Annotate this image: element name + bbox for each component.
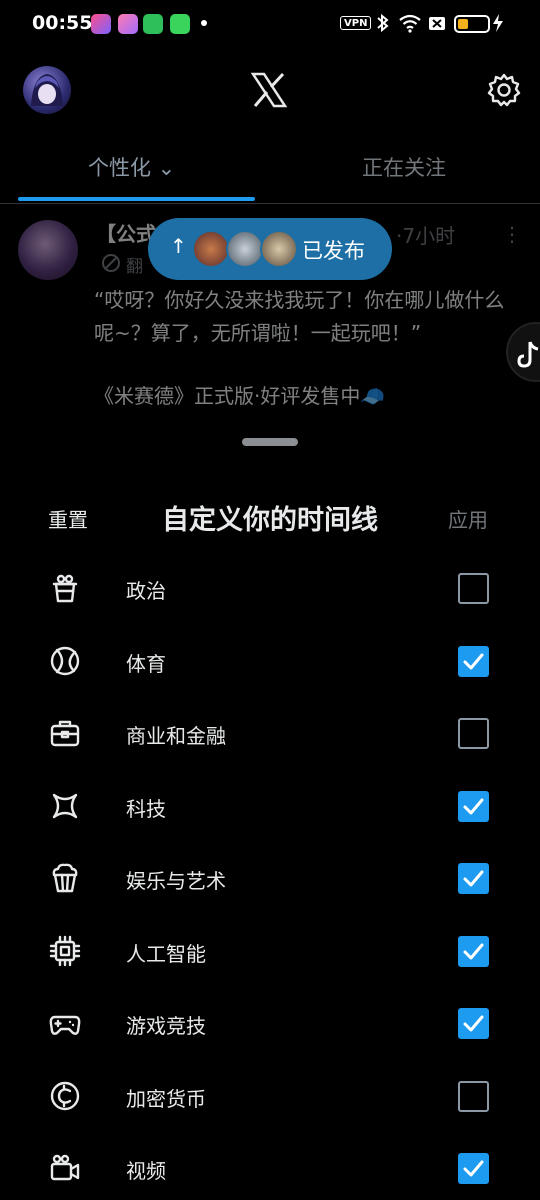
topic-row[interactable]: 游戏竞技	[0, 988, 540, 1060]
topic-row[interactable]: 加密货币	[0, 1061, 540, 1133]
wifi-icon	[399, 14, 421, 33]
topic-row[interactable]: 商业和金融	[0, 698, 540, 770]
popcorn-icon	[52, 863, 78, 893]
topic-row[interactable]: 政治	[0, 553, 540, 625]
topic-row[interactable]: 娱乐与艺术	[0, 843, 540, 915]
avatar	[192, 230, 230, 268]
checkbox-unchecked[interactable]	[458, 573, 489, 604]
scissors-app-icon	[91, 14, 111, 34]
crypto-coin-icon	[50, 1081, 80, 1110]
new-posts-pill[interactable]: ↑ 已发布	[148, 218, 392, 280]
checkmark-icon	[463, 943, 484, 959]
podium-icon	[52, 574, 78, 603]
more-options-icon[interactable]: ⋮	[502, 222, 522, 246]
checkbox-unchecked[interactable]	[458, 1080, 489, 1112]
profile-avatar[interactable]	[23, 66, 71, 114]
video-camera-icon	[50, 1154, 80, 1181]
sheet-drag-handle[interactable]	[242, 438, 298, 446]
battery-level	[458, 19, 468, 29]
bluetooth-icon	[377, 13, 389, 33]
checkbox-checked[interactable]	[458, 935, 489, 967]
tab-following[interactable]: 正在关注	[362, 152, 446, 182]
topic-label: 加密货币	[126, 1086, 206, 1111]
topic-label: 体育	[126, 651, 166, 676]
checkbox-checked[interactable]	[458, 790, 489, 822]
tech-x-icon	[52, 793, 78, 818]
checkbox-checked[interactable]	[458, 645, 489, 677]
topic-label: 政治	[126, 579, 166, 603]
topic-row[interactable]: 视频	[0, 1133, 540, 1200]
active-tab-indicator	[18, 197, 255, 201]
checkbox-unchecked[interactable]	[458, 718, 489, 749]
no-sim-icon	[429, 17, 445, 30]
avatar	[260, 230, 298, 268]
topic-label: 商业和金融	[126, 724, 226, 748]
briefcase-icon	[50, 720, 80, 747]
battery-icon	[454, 15, 490, 33]
tweet-author-name[interactable]: 【公式	[96, 218, 156, 247]
checkbox-checked[interactable]	[458, 1153, 489, 1184]
status-bar: 00:55 VPN	[0, 0, 540, 48]
arrow-up-icon: ↑	[170, 234, 187, 258]
checkmark-icon	[463, 798, 484, 814]
tennis-ball-icon	[50, 646, 80, 675]
topic-label: 娱乐与艺术	[126, 869, 226, 893]
chip-icon	[49, 935, 81, 966]
tab-personalized[interactable]: 个性化 ⌄	[88, 152, 175, 182]
avatar	[226, 230, 264, 268]
translate-icon	[102, 254, 120, 272]
checkmark-icon	[463, 1160, 484, 1177]
floating-tiktok-icon[interactable]	[506, 322, 540, 382]
status-time: 00:55	[32, 12, 93, 34]
topic-label: 科技	[126, 796, 166, 821]
checkmark-icon	[463, 870, 484, 887]
topic-label: 游戏竞技	[126, 1014, 206, 1038]
notification-dot	[201, 20, 207, 26]
tweet-time: ·7小时	[396, 224, 456, 248]
gamepad-icon	[49, 1015, 81, 1035]
topic-row[interactable]: 科技	[0, 771, 540, 843]
checkbox-checked[interactable]	[458, 863, 489, 894]
shield-app-icon	[143, 14, 163, 34]
charging-icon	[493, 14, 503, 32]
checkmark-icon	[463, 1015, 484, 1032]
tweet-text: “哎呀？你好久没来找我玩了！你在哪儿做什么呢~？算了，无所谓啦！一起玩吧！”	[94, 288, 505, 345]
avatar-illustration	[31, 74, 63, 106]
topic-row[interactable]: 人工智能	[0, 916, 540, 988]
tweet-text-secondary: 《米赛德》正式版·好评发售中🧢	[94, 384, 386, 408]
posted-label: 已发布	[302, 239, 365, 263]
reset-button[interactable]: 重置	[48, 504, 88, 533]
phone-app-icon	[170, 14, 190, 34]
tweet-avatar[interactable]	[18, 220, 78, 280]
vpn-badge: VPN	[340, 16, 372, 30]
gear-icon[interactable]	[486, 72, 522, 108]
tweet-translate-label[interactable]: 翻	[126, 252, 143, 277]
topic-label: 视频	[126, 1159, 166, 1183]
apply-button[interactable]: 应用	[448, 504, 488, 533]
topic-row[interactable]: 体育	[0, 626, 540, 698]
checkbox-checked[interactable]	[458, 1008, 489, 1039]
customize-timeline-sheet: 自定义你的时间线 重置 应用 政治 体育 商业和金融 科技 娱乐与艺术 人工智能 游戏竞技加…	[0, 422, 540, 1200]
x-logo-icon[interactable]	[250, 72, 288, 108]
checkmark-icon	[463, 653, 484, 669]
tiktok-icon	[517, 341, 539, 368]
flower-app-icon	[118, 14, 138, 34]
topic-label: 人工智能	[126, 941, 206, 966]
